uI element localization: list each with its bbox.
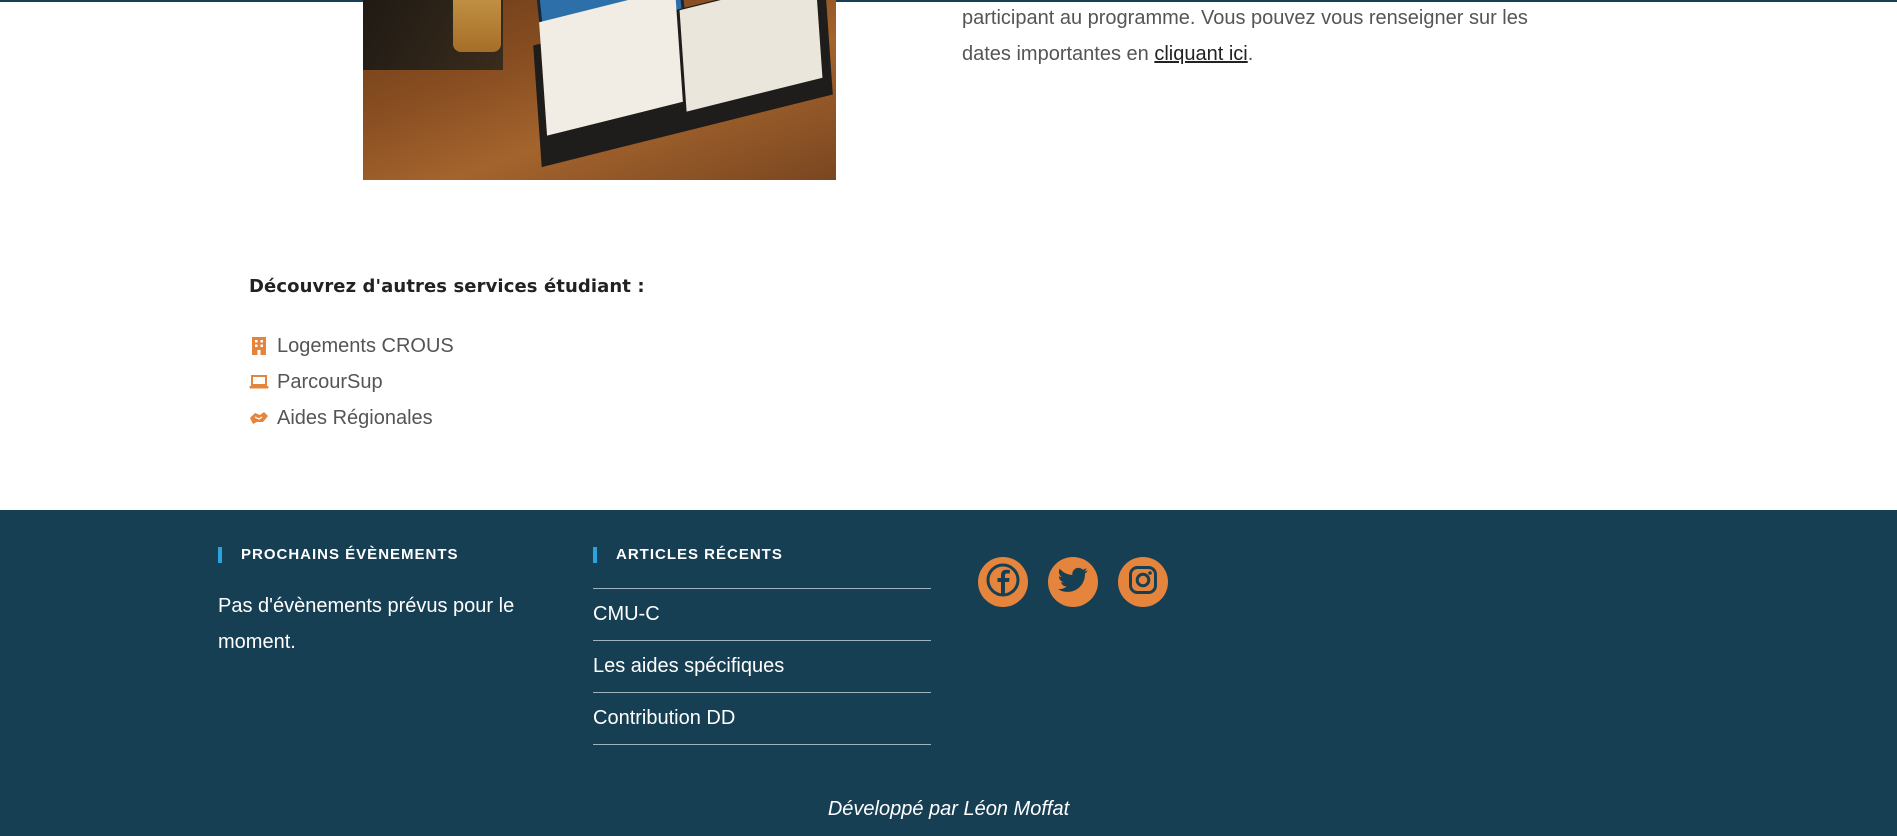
laptop-icon — [249, 372, 269, 392]
services-list: Logements CROUS ParcourSup Aides Régiona… — [249, 328, 454, 436]
site-footer: PROCHAINS ÉVÈNEMENTS Pas d'évènements pr… — [0, 510, 1897, 836]
study-books-photo — [363, 0, 836, 180]
service-item-crous[interactable]: Logements CROUS — [249, 328, 454, 364]
article-link-aides-specifiques[interactable]: Les aides spécifiques — [593, 641, 931, 693]
intro-line-2-text: dates importantes en — [962, 43, 1155, 65]
events-widget-title: PROCHAINS ÉVÈNEMENTS — [218, 546, 459, 564]
article-link-cmu-c[interactable]: CMU-C — [593, 589, 931, 641]
service-item-aides[interactable]: Aides Régionales — [249, 400, 454, 436]
dates-link[interactable]: cliquant ici — [1154, 43, 1247, 65]
instagram-link[interactable] — [1118, 557, 1168, 607]
recent-articles-list: CMU-C Les aides spécifiques Contribution… — [593, 588, 931, 745]
services-heading: Découvrez d'autres services étudiant : — [249, 276, 645, 297]
developer-credit: Développé par Léon Moffat — [827, 798, 1070, 820]
facebook-link[interactable] — [978, 557, 1028, 607]
facebook-icon — [986, 563, 1020, 602]
social-links — [978, 557, 1168, 607]
service-label: Logements CROUS — [277, 334, 454, 357]
twitter-icon — [1058, 567, 1088, 598]
intro-paragraph: participant au programme. Vous pouvez vo… — [962, 0, 1622, 72]
service-item-parcoursup[interactable]: ParcourSup — [249, 364, 454, 400]
instagram-icon — [1128, 565, 1158, 600]
article-link-contribution-dd[interactable]: Contribution DD — [593, 693, 931, 745]
service-label: Aides Régionales — [277, 406, 433, 429]
building-icon — [249, 336, 269, 356]
intro-line-2: dates importantes en cliquant ici. — [962, 36, 1622, 72]
articles-widget-title: ARTICLES RÉCENTS — [593, 546, 783, 564]
handshake-icon — [249, 408, 269, 428]
intro-line-1: participant au programme. Vous pouvez vo… — [962, 7, 1528, 29]
twitter-link[interactable] — [1048, 557, 1098, 607]
events-empty-text: Pas d'évènements prévus pour le moment. — [218, 595, 515, 653]
service-label: ParcourSup — [277, 370, 383, 393]
intro-line-2-end: . — [1247, 43, 1254, 65]
